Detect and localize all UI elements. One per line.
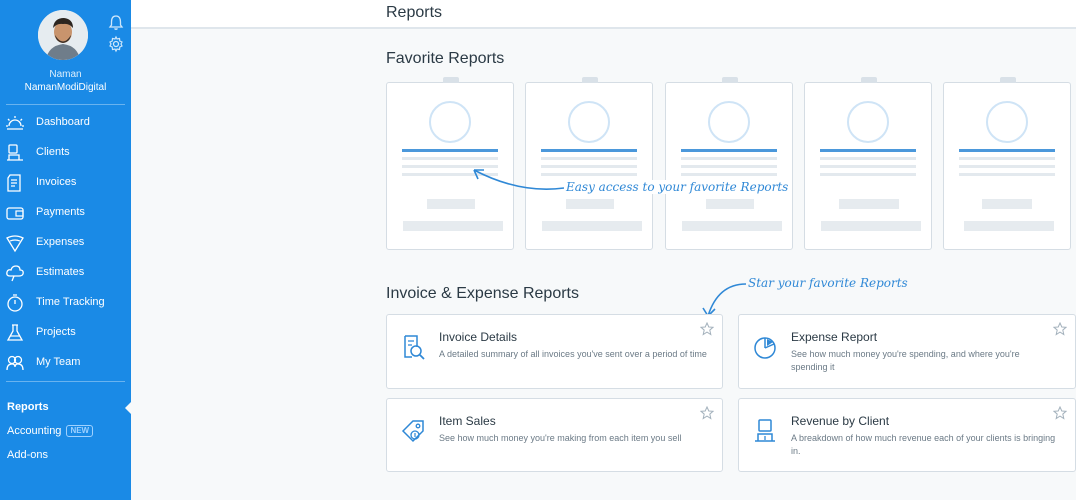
invoices-icon <box>5 173 25 193</box>
invoice-search-icon <box>399 333 427 361</box>
sidebar: Naman NamanModiDigital Dashboard Clients… <box>0 0 131 500</box>
sidebar-item-label: Expenses <box>36 236 85 248</box>
report-card-revenue-by-client[interactable]: Revenue by Client A breakdown of how muc… <box>738 398 1076 472</box>
pie-chart-icon <box>751 333 779 361</box>
flask-icon <box>5 323 25 343</box>
user-company: NamanModiDigital <box>24 82 107 93</box>
bell-icon[interactable] <box>107 14 125 32</box>
report-description: See how much money you're making from ea… <box>439 433 682 443</box>
star-icon[interactable] <box>1053 322 1067 336</box>
sidebar-item-add-ons[interactable]: Add-ons <box>7 449 48 461</box>
avatar[interactable] <box>38 10 88 60</box>
report-description: A breakdown of how much revenue each of … <box>791 433 1056 456</box>
star-icon[interactable] <box>700 322 714 336</box>
estimates-icon <box>5 263 25 283</box>
favorite-placeholder-card <box>665 77 793 250</box>
sidebar-item-label: Projects <box>36 326 76 338</box>
star-annotation: Star your favorite Reports <box>748 276 908 290</box>
report-card-invoice-details[interactable]: Invoice Details A detailed summary of al… <box>386 314 723 389</box>
clients-icon <box>5 143 25 163</box>
sun-icon <box>5 113 25 133</box>
sidebar-item-estimates[interactable]: Estimates <box>0 258 131 288</box>
team-icon <box>5 353 25 373</box>
favorites-annotation: Easy access to your favorite Reports <box>564 180 791 194</box>
report-card-expense-report[interactable]: Expense Report See how much money you're… <box>738 314 1076 389</box>
stopwatch-icon <box>5 293 25 313</box>
page-title: Reports <box>386 4 443 21</box>
sidebar-item-label: Estimates <box>36 266 85 278</box>
sidebar-item-invoices[interactable]: Invoices <box>0 168 131 198</box>
user-name: Naman <box>49 69 82 80</box>
report-description: See how much money you're spending, and … <box>791 349 1020 372</box>
sidebar-item-label: My Team <box>36 356 81 368</box>
price-tag-icon <box>399 417 427 445</box>
sidebar-item-time-tracking[interactable]: Time Tracking <box>0 288 131 318</box>
sidebar-item-my-team[interactable]: My Team <box>0 348 131 378</box>
sidebar-item-projects[interactable]: Projects <box>0 318 131 348</box>
sidebar-item-payments[interactable]: Payments <box>0 198 131 228</box>
sidebar-item-expenses[interactable]: Expenses <box>0 228 131 258</box>
report-description: A detailed summary of all invoices you'v… <box>439 349 707 359</box>
client-revenue-icon <box>751 417 779 445</box>
sidebar-item-reports[interactable]: Reports <box>7 401 49 413</box>
reports-section-title: Invoice & Expense Reports <box>386 285 579 302</box>
sidebar-item-label: Dashboard <box>36 116 90 128</box>
gear-icon[interactable] <box>107 35 125 53</box>
header-bar <box>131 0 1076 29</box>
sidebar-divider <box>6 104 125 105</box>
wallet-icon <box>5 203 25 223</box>
sidebar-item-label: Accounting <box>7 425 62 437</box>
sidebar-item-label: Payments <box>36 206 85 218</box>
star-icon[interactable] <box>1053 406 1067 420</box>
sidebar-divider <box>6 381 125 382</box>
annotation-arrow <box>473 169 565 190</box>
report-title: Revenue by Client <box>791 414 890 428</box>
sidebar-item-label: Clients <box>36 146 70 158</box>
new-badge: NEW <box>66 425 94 437</box>
favorites-section-title: Favorite Reports <box>386 50 505 67</box>
sidebar-item-label: Time Tracking <box>36 296 105 308</box>
star-icon[interactable] <box>700 406 714 420</box>
sidebar-item-accounting[interactable]: Accounting NEW <box>7 425 94 437</box>
sidebar-item-dashboard[interactable]: Dashboard <box>0 108 131 138</box>
active-indicator <box>125 402 131 414</box>
report-title: Invoice Details <box>439 330 518 344</box>
favorite-placeholder-card <box>804 77 932 250</box>
report-card-item-sales[interactable]: Item Sales See how much money you're mak… <box>386 398 723 472</box>
sidebar-item-clients[interactable]: Clients <box>0 138 131 168</box>
report-title: Item Sales <box>439 414 496 428</box>
favorite-placeholder-card <box>943 77 1071 250</box>
expenses-icon <box>5 233 25 253</box>
report-title: Expense Report <box>791 330 878 344</box>
sidebar-item-label: Invoices <box>36 176 77 188</box>
